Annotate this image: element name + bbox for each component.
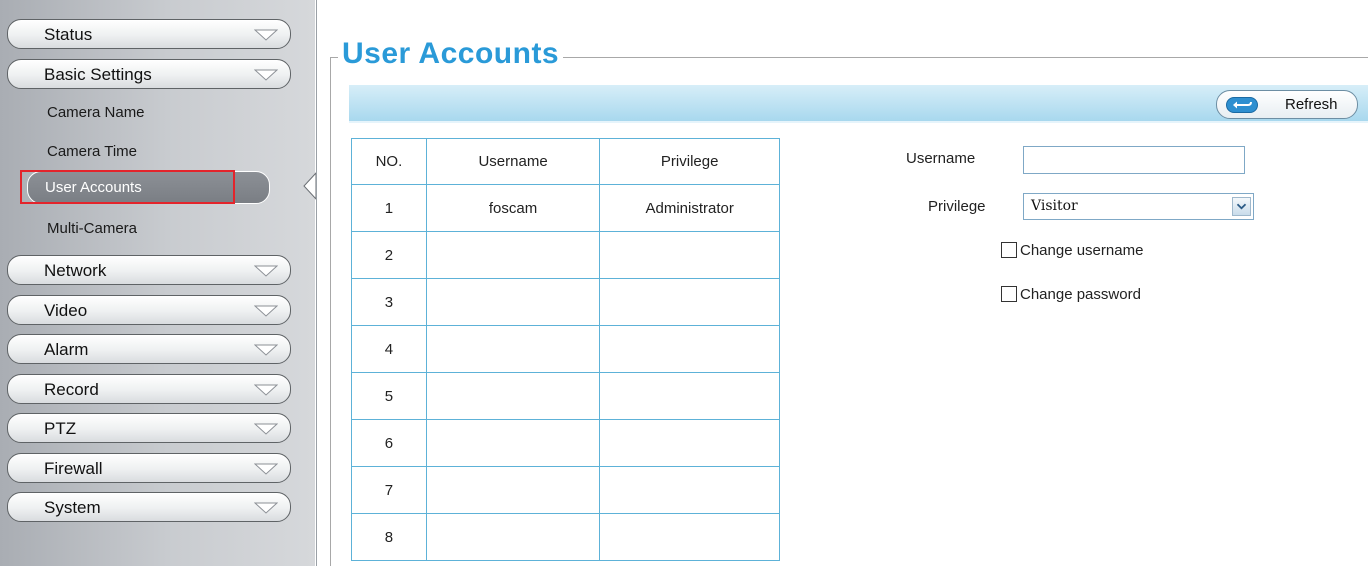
cell-username bbox=[425, 513, 601, 561]
chevron-down-icon bbox=[254, 29, 278, 41]
cell-privilege bbox=[599, 278, 780, 326]
cell-username bbox=[425, 278, 601, 326]
cell-username bbox=[425, 419, 601, 467]
menu-alarm[interactable]: Alarm bbox=[7, 334, 291, 364]
menu-label: Firewall bbox=[44, 459, 103, 478]
cell-privilege bbox=[599, 513, 780, 561]
menu-ptz[interactable]: PTZ bbox=[7, 413, 291, 443]
change-username-checkbox[interactable] bbox=[1001, 242, 1017, 258]
cell-username bbox=[425, 466, 601, 514]
cell-no: 2 bbox=[351, 231, 427, 279]
cell-privilege bbox=[599, 466, 780, 514]
dropdown-button[interactable] bbox=[1232, 197, 1251, 216]
chevron-down-icon bbox=[254, 423, 278, 435]
change-username-label: Change username bbox=[1020, 242, 1144, 259]
cell-no: 4 bbox=[351, 325, 427, 373]
cell-privilege bbox=[599, 372, 780, 420]
username-label: Username bbox=[906, 150, 976, 167]
submenu-camera-time[interactable]: Camera Time bbox=[47, 143, 137, 160]
change-username-option[interactable]: Change username bbox=[1001, 242, 1143, 259]
cell-privilege bbox=[599, 231, 780, 279]
cell-privilege bbox=[599, 419, 780, 467]
submenu-camera-name[interactable]: Camera Name bbox=[47, 104, 145, 121]
menu-label: PTZ bbox=[44, 419, 77, 438]
refresh-icon bbox=[1226, 97, 1258, 113]
chevron-down-icon bbox=[254, 384, 278, 396]
cell-username bbox=[425, 372, 601, 420]
chevron-down-icon bbox=[254, 265, 278, 277]
privilege-selected-value: Visitor bbox=[1031, 198, 1078, 214]
cell-username: foscam bbox=[425, 184, 601, 232]
cell-privilege: Administrator bbox=[599, 184, 780, 232]
chevron-down-icon bbox=[1236, 203, 1247, 210]
cell-no: 1 bbox=[351, 184, 427, 232]
sidebar: Status Basic Settings Camera Name Camera… bbox=[0, 0, 317, 566]
table-row[interactable]: 3 bbox=[351, 278, 780, 326]
submenu-multi-camera[interactable]: Multi-Camera bbox=[47, 220, 137, 237]
change-password-checkbox[interactable] bbox=[1001, 286, 1017, 302]
table-row[interactable]: 8 bbox=[351, 513, 780, 561]
menu-label: Alarm bbox=[44, 340, 89, 359]
menu-label: Video bbox=[44, 301, 88, 320]
cell-no: 3 bbox=[351, 278, 427, 326]
table-row[interactable]: 7 bbox=[351, 466, 780, 514]
chevron-down-icon bbox=[254, 305, 278, 317]
menu-video[interactable]: Video bbox=[7, 295, 291, 325]
menu-network[interactable]: Network bbox=[7, 255, 291, 285]
menu-system[interactable]: System bbox=[7, 492, 291, 522]
menu-record[interactable]: Record bbox=[7, 374, 291, 404]
cell-no: 8 bbox=[351, 513, 427, 561]
chevron-down-icon bbox=[254, 69, 278, 81]
menu-label: Status bbox=[44, 25, 93, 44]
chevron-down-icon bbox=[254, 344, 278, 356]
username-field[interactable] bbox=[1023, 146, 1245, 174]
cell-username bbox=[425, 231, 601, 279]
menu-label: System bbox=[44, 498, 101, 517]
menu-basic-settings[interactable]: Basic Settings bbox=[7, 59, 291, 89]
cell-privilege bbox=[599, 325, 780, 373]
change-password-option[interactable]: Change password bbox=[1001, 286, 1141, 303]
refresh-button[interactable]: Refresh bbox=[1216, 90, 1358, 119]
page-title: User Accounts bbox=[338, 37, 564, 71]
chevron-down-icon bbox=[254, 502, 278, 514]
table-header-row: NO. Username Privilege bbox=[351, 138, 780, 185]
cell-no: 7 bbox=[351, 466, 427, 514]
menu-label: Network bbox=[44, 261, 107, 280]
table-row[interactable]: 6 bbox=[351, 419, 780, 467]
column-header-username: Username bbox=[425, 138, 601, 185]
column-header-privilege: Privilege bbox=[599, 138, 780, 185]
menu-status[interactable]: Status bbox=[7, 19, 291, 49]
menu-firewall[interactable]: Firewall bbox=[7, 453, 291, 483]
sidebar-divider bbox=[316, 0, 317, 566]
cell-username bbox=[425, 325, 601, 373]
change-password-label: Change password bbox=[1020, 286, 1141, 303]
cell-no: 6 bbox=[351, 419, 427, 467]
table-row[interactable]: 4 bbox=[351, 325, 780, 373]
cell-no: 5 bbox=[351, 372, 427, 420]
menu-label: Basic Settings bbox=[44, 65, 152, 84]
users-table: NO. Username Privilege 1 foscam Administ… bbox=[351, 138, 780, 561]
table-row[interactable]: 1 foscam Administrator bbox=[351, 184, 780, 232]
table-row[interactable]: 5 bbox=[351, 372, 780, 420]
column-header-no: NO. bbox=[351, 138, 427, 185]
refresh-label: Refresh bbox=[1285, 96, 1338, 113]
highlight-box bbox=[20, 170, 235, 204]
section-frame-left bbox=[330, 57, 331, 566]
privilege-label: Privilege bbox=[928, 198, 986, 215]
chevron-down-icon bbox=[254, 463, 278, 475]
menu-label: Record bbox=[44, 380, 99, 399]
privilege-select[interactable]: Visitor bbox=[1023, 193, 1254, 220]
table-row[interactable]: 2 bbox=[351, 231, 780, 279]
